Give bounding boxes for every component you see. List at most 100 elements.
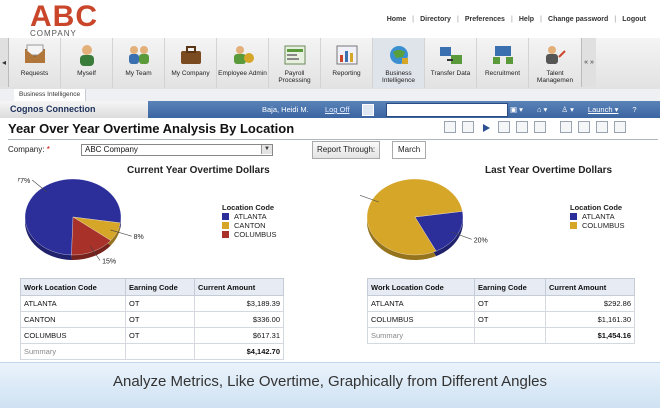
email-icon[interactable] (462, 121, 474, 133)
module-label: Transfer Data (430, 70, 471, 77)
talent-icon (543, 43, 567, 67)
legend-item-atlanta: ATLANTA (570, 212, 625, 221)
module-talent-management[interactable]: Talent Managemen (529, 38, 581, 88)
module-label: Requests (20, 70, 49, 77)
current-user: Baja, Heidi M. (262, 105, 309, 114)
caption: Analyze Metrics, Like Overtime, Graphica… (112, 373, 548, 390)
pie-label-atlanta: 20% (474, 237, 488, 244)
table-row: COLUMBUS OT $617.31 (20, 327, 284, 344)
table-cell: COLUMBUS (20, 327, 126, 344)
briefcase-icon (179, 43, 203, 67)
summary-row: Summary $1,454.16 (367, 327, 635, 344)
report-through-label: Report Through: (312, 141, 381, 159)
table-cell: CANTON (20, 311, 126, 328)
legend-title: Location Code (570, 203, 623, 212)
column-header: Earning Code (474, 278, 546, 296)
summary-label: Summary (367, 327, 475, 344)
chevron-down-icon[interactable]: ▼ (261, 145, 272, 154)
cognos-tools: ▣ ▾ ⌂ ▾ ♙ ▾ Launch ▾ ? (510, 101, 637, 118)
table-cell: COLUMBUS (367, 311, 475, 328)
preferences-link[interactable]: Preferences (459, 15, 511, 24)
drill-down-icon[interactable] (498, 121, 510, 133)
report-toolbar (444, 121, 626, 133)
home-link[interactable]: Home (381, 15, 412, 24)
report-through-value[interactable]: March (392, 141, 427, 159)
module-label: Business Intelligence (382, 70, 415, 84)
table-cell: $292.86 (545, 295, 635, 312)
module-myself[interactable]: Myself (61, 38, 113, 88)
globe-icon (387, 43, 411, 67)
current-year-table: Work Location Code Earning Code Current … (20, 278, 284, 360)
tab-business-intelligence[interactable]: Business Intelligence (14, 89, 87, 101)
module-label: Reporting (332, 70, 361, 77)
last-year-legend: Location Code ATLANTA COLUMBUS (570, 203, 625, 230)
top-nav-links: Home | Directory | Preferences | Help | Chan… (381, 15, 652, 24)
related-links-icon[interactable] (534, 121, 546, 133)
company-select[interactable]: ABC Company (81, 144, 273, 156)
drill-up-icon[interactable] (516, 121, 528, 133)
html-format-icon[interactable] (614, 121, 626, 133)
module-label: Talent Managemen (536, 70, 574, 84)
cognos-title: Cognos Connection (0, 101, 148, 118)
module-reporting[interactable]: Reporting (321, 38, 373, 88)
table-cell (474, 327, 546, 344)
column-header: Earning Code (125, 278, 195, 296)
table-cell: ATLANTA (20, 295, 126, 312)
report-title: Year Over Year Overtime Analysis By Loca… (8, 121, 295, 136)
table-row: COLUMBUS OT $1,161.30 (367, 311, 635, 328)
module-employee-admin[interactable]: Employee Admin (217, 38, 269, 88)
company-logo-subtitle: COMPANY (30, 29, 77, 38)
launch-menu[interactable]: Launch ▾ (588, 101, 618, 118)
required-marker: * (46, 145, 50, 154)
user-menu-icon[interactable]: ♙ ▾ (561, 101, 574, 118)
summary-row: Summary $4,142.70 (20, 343, 284, 360)
last-year-pie-chart: 20%80% (360, 178, 488, 260)
module-recruitment[interactable]: Recruitment (477, 38, 529, 88)
module-payroll-processing[interactable]: Payroll Processing (269, 38, 321, 88)
current-year-pie-chart: 77% 8% 15% (18, 178, 144, 265)
column-header: Work Location Code (367, 278, 475, 296)
envelope-icon (23, 43, 47, 67)
help-icon[interactable]: ? (632, 101, 636, 118)
table-cell (125, 343, 195, 360)
my-area-icon[interactable] (362, 104, 374, 116)
divider (8, 139, 658, 140)
reporting-icon (335, 43, 359, 67)
pie-label-atlanta: 77% (18, 178, 30, 185)
module-transfer-data[interactable]: Transfer Data (425, 38, 477, 88)
employee-admin-icon (231, 43, 255, 67)
table-cell: OT (125, 311, 195, 328)
change-password-link[interactable]: Change password (542, 15, 614, 24)
search-dropdown-icon[interactable]: ▣ ▾ (510, 101, 523, 118)
cognos-search-input[interactable] (386, 103, 508, 117)
directory-link[interactable]: Directory (414, 15, 457, 24)
logoff-link[interactable]: Log Off (325, 101, 349, 118)
module-business-intelligence[interactable]: Business Intelligence (373, 38, 425, 88)
table-cell: OT (474, 295, 546, 312)
legend-title: Location Code (222, 203, 275, 212)
add-to-bookmarks-icon[interactable] (578, 121, 590, 133)
company-logo: ABC (30, 0, 98, 33)
save-icon[interactable] (444, 121, 456, 133)
legend-item-columbus: COLUMBUS (222, 230, 277, 239)
module-my-company[interactable]: My Company (165, 38, 217, 88)
column-header: Current Amount (545, 278, 635, 296)
summary-total: $1,454.16 (545, 327, 635, 344)
toolbar-scroll-left-button[interactable]: ◂ (0, 38, 9, 87)
toolbar-scroll-right-button[interactable]: « » (581, 38, 596, 87)
logout-link[interactable]: Logout (616, 15, 652, 24)
module-label: Payroll Processing (278, 70, 311, 84)
run-icon[interactable] (480, 121, 492, 133)
table-row: CANTON OT $336.00 (20, 311, 284, 328)
view-format-icon[interactable] (560, 121, 572, 133)
module-label: Recruitment (484, 70, 521, 77)
table-header-row: Work Location Code Earning Code Current … (367, 278, 635, 296)
table-cell: $617.31 (194, 327, 284, 344)
legend-item-atlanta: ATLANTA (222, 212, 277, 221)
module-my-team[interactable]: My Team (113, 38, 165, 88)
help-link[interactable]: Help (513, 15, 540, 24)
module-requests[interactable]: Requests (9, 38, 61, 88)
more-actions-icon[interactable] (596, 121, 608, 133)
pie-label-canton: 8% (134, 234, 144, 241)
home-icon[interactable]: ⌂ ▾ (537, 101, 547, 118)
